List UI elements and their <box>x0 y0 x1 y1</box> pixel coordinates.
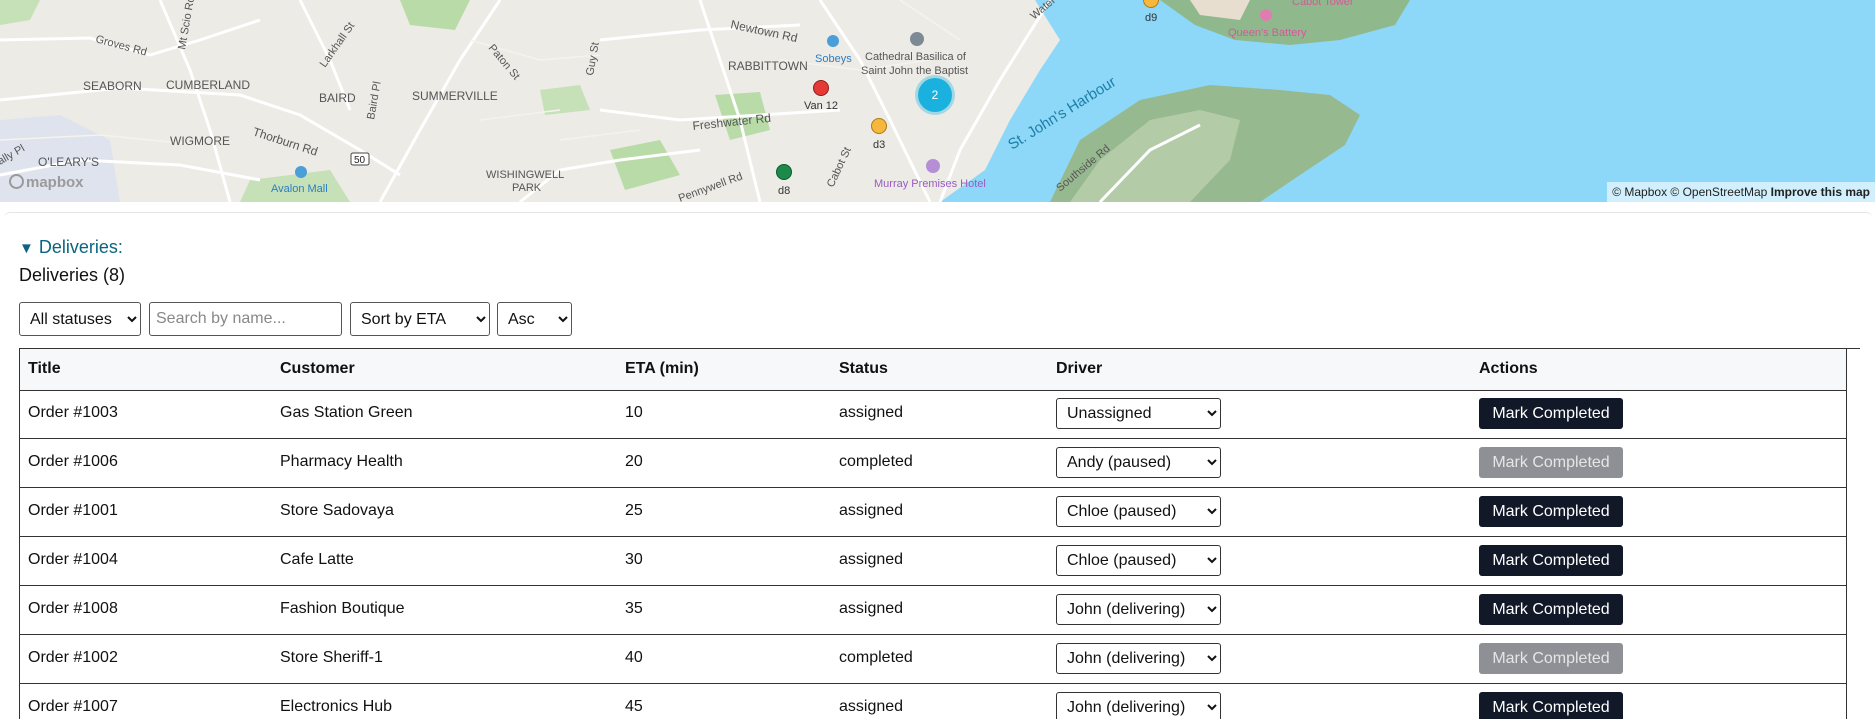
mark-completed-button[interactable]: Mark Completed <box>1479 692 1623 719</box>
cell-eta: 20 <box>625 453 643 470</box>
cell-customer: Store Sheriff-1 <box>280 649 383 666</box>
mark-completed-button[interactable]: Mark Completed <box>1479 545 1623 576</box>
mapbox-logo-icon <box>9 174 24 189</box>
deliveries-heading: Deliveries (8) <box>19 265 126 285</box>
cell-customer: Gas Station Green <box>280 404 413 421</box>
cell-customer: Fashion Boutique <box>280 600 405 617</box>
cell-status: assigned <box>839 551 904 568</box>
cell-eta: 10 <box>625 404 643 421</box>
cell-status: completed <box>839 453 913 470</box>
map-label-wishingwell-2: PARK <box>512 182 542 194</box>
map-label-seaborn: SEABORN <box>83 79 142 93</box>
driver-select[interactable]: John (delivering) <box>1056 643 1221 674</box>
map-attribution: © Mapbox © OpenStreetMap Improve this ma… <box>1607 182 1875 202</box>
cell-eta: 40 <box>625 649 643 666</box>
improve-map-link[interactable]: Improve this map <box>1771 185 1870 199</box>
marker-d8-label: d8 <box>778 185 791 197</box>
cell-title: Order #1004 <box>28 551 118 568</box>
table-row: Order #1008 Fashion Boutique 35 assigned Joh… <box>20 586 1847 635</box>
header-status: Status <box>839 360 888 377</box>
table-header-row: Title Customer ETA (min) Status Driver A… <box>20 349 1847 391</box>
cell-status: assigned <box>839 600 904 617</box>
map-label-cabot-tower: Cabot Tower <box>1292 0 1354 8</box>
deliveries-toggle[interactable]: ▼ Deliveries: <box>19 237 123 258</box>
cell-title: Order #1008 <box>28 600 118 617</box>
mapbox-logo-text: mapbox <box>26 174 84 191</box>
driver-select[interactable]: Chloe (paused) <box>1056 496 1221 527</box>
cell-customer: Pharmacy Health <box>280 453 403 470</box>
deliveries-summary-label: Deliveries: <box>38 237 123 257</box>
map-label-cathedral-2: Saint John the Baptist <box>861 65 968 77</box>
cell-status: assigned <box>839 404 904 421</box>
map-label-cathedral-1: Cathedral Basilica of <box>865 51 967 63</box>
map-label-wishingwell-1: WISHINGWELL <box>486 169 564 181</box>
header-customer: Customer <box>280 360 355 377</box>
cell-eta: 45 <box>625 698 643 715</box>
cell-title: Order #1003 <box>28 404 118 421</box>
cell-status: assigned <box>839 698 904 715</box>
header-title: Title <box>28 360 61 377</box>
mark-completed-button[interactable]: Mark Completed <box>1479 398 1623 429</box>
cell-customer: Store Sadovaya <box>280 502 394 519</box>
map-label-sobeys: Sobeys <box>815 53 852 65</box>
mark-completed-button[interactable]: Mark Completed <box>1479 594 1623 625</box>
driver-select[interactable]: John (delivering) <box>1056 692 1221 719</box>
map-label-olearys: O'LEARY'S <box>38 155 99 169</box>
attribution-text[interactable]: © Mapbox © OpenStreetMap <box>1612 185 1767 199</box>
cell-title: Order #1007 <box>28 698 118 715</box>
cell-status: assigned <box>839 502 904 519</box>
mark-completed-button[interactable]: Mark Completed <box>1479 447 1623 478</box>
map-label-baird: BAIRD <box>319 91 356 105</box>
marker-cluster[interactable]: 2 <box>918 78 952 112</box>
cell-status: completed <box>839 649 913 666</box>
map-label-wigmore: WIGMORE <box>170 134 230 148</box>
marker-van-12[interactable] <box>813 80 829 96</box>
cell-customer: Electronics Hub <box>280 698 393 715</box>
cell-title: Order #1006 <box>28 453 118 470</box>
driver-select[interactable]: Chloe (paused) <box>1056 545 1221 576</box>
map-label-rabbittown: RABBITTOWN <box>728 59 808 73</box>
cell-eta: 25 <box>625 502 643 519</box>
table-row: Order #1007 Electronics Hub 45 assigned John… <box>20 684 1847 719</box>
table-row: Order #1006 Pharmacy Health 20 completed And… <box>20 439 1847 488</box>
header-eta: ETA (min) <box>625 360 699 377</box>
map-label-murray: Murray Premises Hotel <box>874 178 986 190</box>
marker-d8[interactable] <box>776 164 792 180</box>
header-actions: Actions <box>1479 360 1538 377</box>
table-row: Order #1004 Cafe Latte 30 assigned Chloe (pa… <box>20 537 1847 586</box>
table-row: Order #1003 Gas Station Green 10 assigned Un… <box>20 390 1847 439</box>
mapbox-logo[interactable]: mapbox <box>9 174 84 191</box>
mark-completed-button[interactable]: Mark Completed <box>1479 643 1623 674</box>
driver-select[interactable]: Unassigned <box>1056 398 1221 429</box>
header-driver: Driver <box>1056 360 1103 377</box>
marker-d9-label: d9 <box>1145 12 1158 24</box>
cell-title: Order #1002 <box>28 649 118 666</box>
status-filter-select[interactable]: All statuses <box>19 302 141 336</box>
cell-eta: 35 <box>625 600 643 617</box>
map-label-summerville: SUMMERVILLE <box>412 89 498 103</box>
search-input[interactable] <box>149 302 342 336</box>
disclosure-triangle-icon: ▼ <box>19 240 34 257</box>
sort-by-select[interactable]: Sort by ETA <box>350 302 490 336</box>
map-label-route-50: 50 <box>354 155 366 166</box>
table-row: Order #1002 Store Sheriff-1 40 completed Joh… <box>20 635 1847 684</box>
cell-eta: 30 <box>625 551 643 568</box>
cell-title: Order #1001 <box>28 502 118 519</box>
marker-d3[interactable] <box>871 118 887 134</box>
deliveries-table: Title Customer ETA (min) Status Driver A… <box>19 348 1860 719</box>
cell-customer: Cafe Latte <box>280 551 354 568</box>
map-label-avalon-mall: Avalon Mall <box>271 183 328 195</box>
driver-select[interactable]: Andy (paused) <box>1056 447 1221 478</box>
table-row: Order #1001 Store Sadovaya 25 assigned Chloe… <box>20 488 1847 537</box>
marker-d3-label: d3 <box>873 139 886 151</box>
map-label-queens-battery: Queen's Battery <box>1228 27 1307 39</box>
sort-order-select[interactable]: Asc <box>497 302 572 336</box>
driver-select[interactable]: John (delivering) <box>1056 594 1221 625</box>
mark-completed-button[interactable]: Mark Completed <box>1479 496 1623 527</box>
map-label-cumberland: CUMBERLAND <box>166 78 250 92</box>
marker-van-12-label: Van 12 <box>804 100 839 112</box>
delivery-map[interactable]: Groves Rd Mt Scio Rd Larkhall St Paton S… <box>0 0 1875 202</box>
